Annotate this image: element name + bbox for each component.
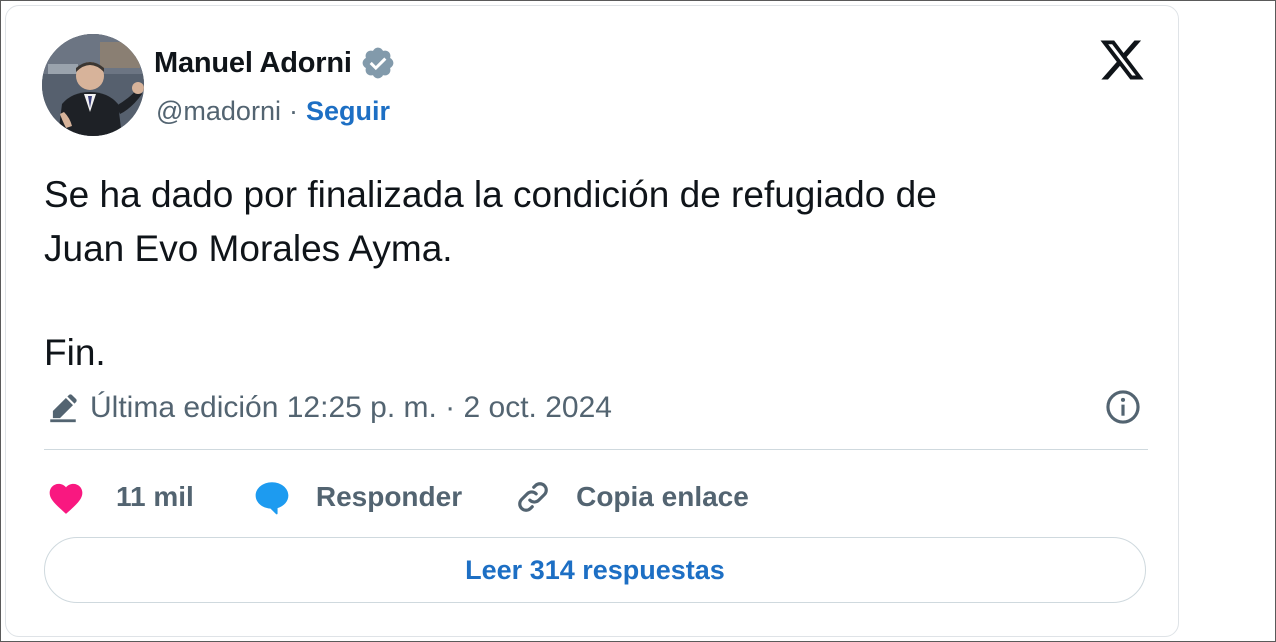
read-replies-label: Leer 314 respuestas [465,554,725,585]
heart-icon [49,483,83,514]
author-name[interactable]: Manuel Adorni [154,47,352,80]
action-bar: 11 mil Responder Copia enlace [46,472,749,522]
divider [44,449,1148,450]
follow-button[interactable]: Seguir [306,96,390,127]
like-button[interactable]: 11 mil [46,479,194,515]
speech-bubble-icon [255,482,289,515]
handle-separator: · [288,95,298,126]
avatar[interactable] [42,34,144,136]
reply-button[interactable]: Responder [252,479,462,515]
tweet-text-line: Fin. [44,332,106,373]
edit-info-text: Última edición 12:25 p. m. · 2 oct. 2024 [90,391,612,424]
tweet-text: Se ha dado por finalizada la condición d… [44,168,1144,380]
author-name-row: Manuel Adorni [154,44,396,82]
avatar-photo [42,34,144,136]
copy-link-button[interactable]: Copia enlace [514,478,749,516]
page-frame: Manuel Adorni @madorni · Seguir Se ha da… [0,0,1276,642]
edit-info-row[interactable]: Última edición 12:25 p. m. · 2 oct. 2024 [46,388,612,428]
author-handle-row: @madorni · Seguir [156,92,390,130]
x-logo-icon[interactable] [1098,36,1146,84]
info-icon[interactable] [1104,388,1142,426]
link-icon [518,482,548,512]
tweet-card: Manuel Adorni @madorni · Seguir Se ha da… [5,5,1179,637]
author-handle[interactable]: @madorni [156,96,281,127]
read-replies-button[interactable]: Leer 314 respuestas [44,537,1146,603]
reply-label: Responder [315,481,463,512]
verified-badge-icon [360,45,396,81]
tweet-text-line: Juan Evo Morales Ayma. [44,228,453,269]
copy-link-label: Copia enlace [576,481,749,512]
like-count: 11 mil [116,481,194,512]
tweet-text-line: Se ha dado por finalizada la condición d… [44,174,937,215]
pencil-icon [46,391,80,425]
